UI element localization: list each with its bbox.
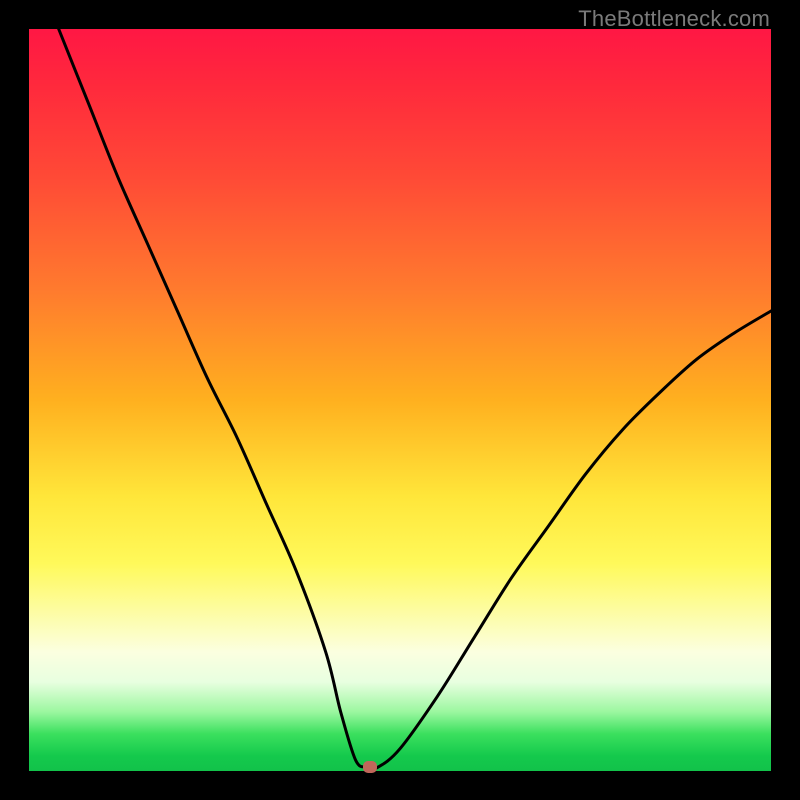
- plot-area: [29, 29, 771, 771]
- chart-frame: TheBottleneck.com: [0, 0, 800, 800]
- optimum-marker: [363, 761, 377, 773]
- bottleneck-curve: [29, 29, 771, 771]
- watermark-text: TheBottleneck.com: [578, 6, 770, 32]
